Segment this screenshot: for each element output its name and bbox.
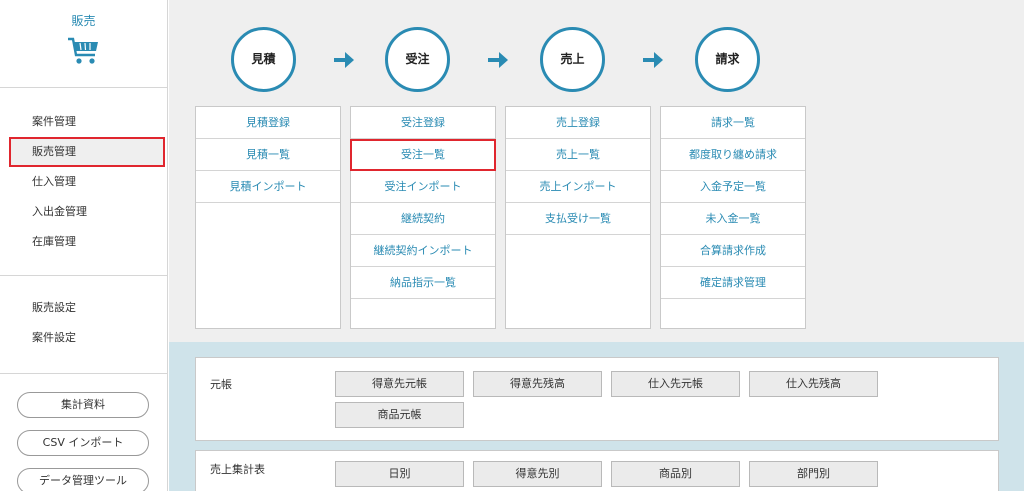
ad-hoc-consolidated-billing-link[interactable]: 都度取り纏め請求 — [661, 139, 805, 171]
sidebar-menu-settings: 販売設定 案件設定 — [0, 276, 167, 374]
product-ledger-button[interactable]: 商品元帳 — [335, 402, 464, 428]
by-product-button[interactable]: 商品別 — [611, 461, 740, 487]
sales-register-link[interactable]: 売上登録 — [506, 107, 650, 139]
arrow-right-icon — [334, 52, 354, 68]
ledger-label: 元帳 — [210, 378, 232, 391]
step-sales: 売上 — [540, 27, 605, 92]
sales-list-link[interactable]: 売上一覧 — [506, 139, 650, 171]
estimate-import-link[interactable]: 見積インポート — [196, 171, 340, 203]
sidebar-menu-main: 案件管理 販売管理 仕入管理 入出金管理 在庫管理 — [0, 88, 167, 276]
csv-import-button[interactable]: CSV インポート — [17, 430, 149, 456]
customer-ledger-button[interactable]: 得意先元帳 — [335, 371, 464, 397]
sidebar-item-purchase-management[interactable]: 仕入管理 — [0, 167, 167, 197]
supplier-balance-button[interactable]: 仕入先残高 — [749, 371, 878, 397]
sidebar-item-project-management[interactable]: 案件管理 — [0, 107, 167, 137]
billing-list-link[interactable]: 請求一覧 — [661, 107, 805, 139]
combined-billing-create-link[interactable]: 合算請求作成 — [661, 235, 805, 267]
sales-summary-label: 売上集計表 — [210, 463, 265, 476]
order-list-link[interactable]: 受注一覧 — [350, 139, 496, 171]
aggregate-data-button[interactable]: 集計資料 — [17, 392, 149, 418]
reports-area: 元帳 得意先元帳 得意先残高 仕入先元帳 仕入先残高 商品元帳 売上集計表 日別… — [169, 342, 1024, 491]
order-menu: 受注登録 受注一覧 受注インポート 継続契約 継続契約インポート 納品指示一覧 — [350, 106, 496, 329]
sidebar-buttons: 集計資料 CSV インポート データ管理ツール — [0, 374, 167, 491]
expected-payment-list-link[interactable]: 入金予定一覧 — [661, 171, 805, 203]
payment-received-list-link[interactable]: 支払受け一覧 — [506, 203, 650, 235]
by-customer-button[interactable]: 得意先別 — [473, 461, 602, 487]
shopping-cart-icon — [67, 36, 101, 69]
by-department-button[interactable]: 部門別 — [749, 461, 878, 487]
unpaid-list-link[interactable]: 未入金一覧 — [661, 203, 805, 235]
sidebar-item-project-settings[interactable]: 案件設定 — [0, 323, 167, 353]
step-order: 受注 — [385, 27, 450, 92]
order-register-link[interactable]: 受注登録 — [351, 107, 495, 139]
recurring-contract-link[interactable]: 継続契約 — [351, 203, 495, 235]
sidebar-item-payment-management[interactable]: 入出金管理 — [0, 197, 167, 227]
sales-menu: 売上登録 売上一覧 売上インポート 支払受け一覧 — [505, 106, 651, 329]
confirmed-billing-management-link[interactable]: 確定請求管理 — [661, 267, 805, 299]
delivery-instruction-list-link[interactable]: 納品指示一覧 — [351, 267, 495, 299]
arrow-right-icon — [643, 52, 663, 68]
workflow-area: 見積 受注 売上 請求 見積登録 見積一覧 見積インポート 受注登録 受注一覧 … — [169, 0, 1024, 342]
arrow-right-icon — [488, 52, 508, 68]
sidebar-header: 販売 — [0, 0, 167, 88]
sidebar-item-sales-management[interactable]: 販売管理 — [9, 137, 165, 167]
sales-summary-panel: 売上集計表 日別 得意先別 商品別 部門別 — [195, 450, 999, 491]
supplier-ledger-button[interactable]: 仕入先元帳 — [611, 371, 740, 397]
step-estimate: 見積 — [231, 27, 296, 92]
estimate-list-link[interactable]: 見積一覧 — [196, 139, 340, 171]
order-import-link[interactable]: 受注インポート — [351, 171, 495, 203]
sales-import-link[interactable]: 売上インポート — [506, 171, 650, 203]
step-billing: 請求 — [695, 27, 760, 92]
sidebar-item-inventory-management[interactable]: 在庫管理 — [0, 227, 167, 257]
sidebar-item-sales-settings[interactable]: 販売設定 — [0, 293, 167, 323]
estimate-register-link[interactable]: 見積登録 — [196, 107, 340, 139]
ledger-panel: 元帳 得意先元帳 得意先残高 仕入先元帳 仕入先残高 商品元帳 — [195, 357, 999, 441]
customer-balance-button[interactable]: 得意先残高 — [473, 371, 602, 397]
recurring-contract-import-link[interactable]: 継続契約インポート — [351, 235, 495, 267]
estimate-menu: 見積登録 見積一覧 見積インポート — [195, 106, 341, 329]
workflow-steps: 見積 受注 売上 請求 — [169, 27, 1024, 92]
daily-button[interactable]: 日別 — [335, 461, 464, 487]
sidebar: 販売 案件管理 販売管理 仕入管理 入出金管理 在庫管理 販売設定 案件設定 集… — [0, 0, 168, 491]
sidebar-title: 販売 — [71, 14, 96, 28]
billing-menu: 請求一覧 都度取り纏め請求 入金予定一覧 未入金一覧 合算請求作成 確定請求管理 — [660, 106, 806, 329]
data-management-tool-button[interactable]: データ管理ツール — [17, 468, 149, 491]
